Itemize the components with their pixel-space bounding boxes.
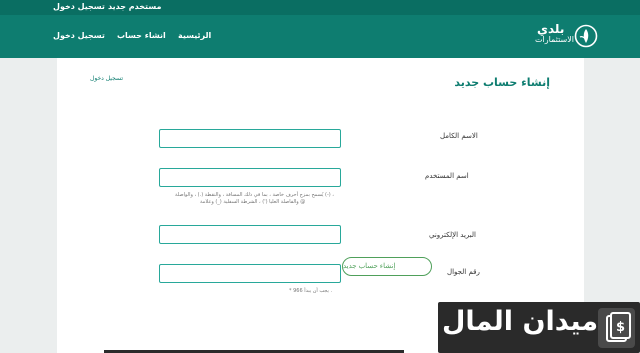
username-hint-line1: يُسمح بمزج أحرف خاصة ، بما في ذلك المساف… (175, 192, 334, 198)
svg-text:$: $ (616, 320, 625, 335)
watermark-overlay: ميدان المال $ (438, 302, 640, 353)
balady-emblem-icon (574, 24, 598, 48)
full-name-field[interactable] (159, 129, 341, 148)
full-name-label: الاسم الكامل (440, 132, 478, 140)
nav-home[interactable]: الرئيسية (178, 31, 211, 40)
email-label: البريد الإلكتروني (429, 231, 476, 239)
logo-subtitle: الاستثمارات (535, 35, 574, 44)
nav-create-account[interactable]: انشاء حساب (117, 31, 166, 40)
username-label: اسم المستخدم (425, 172, 469, 180)
create-account-button[interactable]: إنشاء حساب جديد (342, 257, 432, 276)
phone-field[interactable] (159, 264, 341, 283)
username-hint-line2: والفاصلة العليا (') ، الشرطة السفلية (_)… (200, 199, 306, 205)
balady-logo[interactable]: بلدي الاستثمارات (532, 22, 602, 49)
logo-title: بلدي (537, 22, 565, 36)
top-login-link[interactable]: تسجيل دخول (53, 2, 105, 11)
top-bar: مستخدم جديد تسجيل دخول (0, 0, 640, 15)
phone-label: رقم الجوال (447, 268, 480, 276)
nav-login[interactable]: تسجيل دخول (53, 31, 105, 40)
watermark-text: ميدان المال (442, 306, 599, 337)
form-login-link[interactable]: تسجيل دخول (90, 75, 123, 82)
watermark-money-icon: $ (606, 312, 631, 342)
page-title: إنشاء حساب جديد (454, 76, 550, 89)
main-navbar: الرئيسية انشاء حساب تسجيل دخول بلدي الاس… (0, 15, 640, 58)
username-field[interactable] (159, 168, 341, 187)
email-field[interactable] (159, 225, 341, 244)
watermark-logo-box: $ (598, 308, 635, 348)
phone-hint: * يجب أن يبدأ 966 . (289, 288, 333, 294)
new-user-link[interactable]: مستخدم جديد (108, 2, 161, 11)
